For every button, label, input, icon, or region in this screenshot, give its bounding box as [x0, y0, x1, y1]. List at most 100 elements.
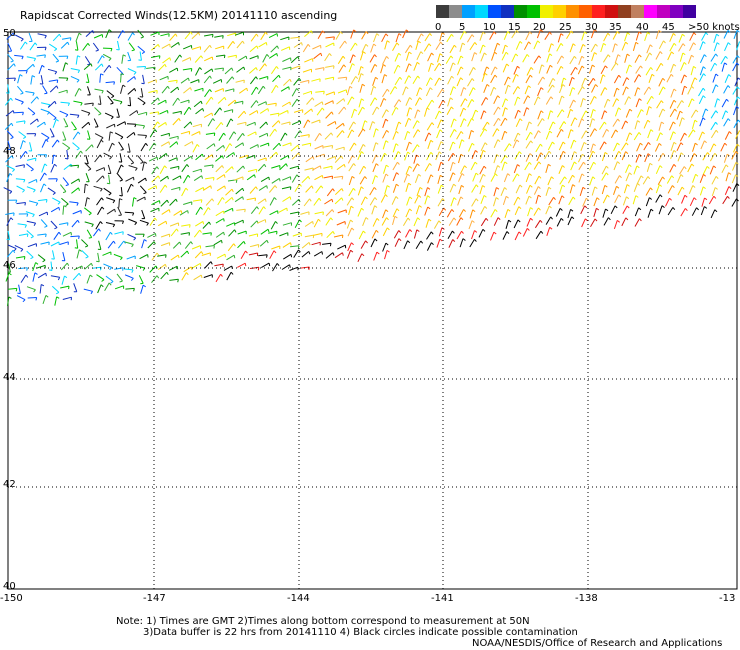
wind-barb — [621, 120, 626, 130]
wind-barb — [215, 122, 222, 130]
wind-barb — [226, 254, 235, 261]
wind-barb — [437, 175, 441, 185]
wind-barb-flag — [628, 96, 632, 100]
wind-barb — [120, 73, 122, 83]
wind-barb — [204, 68, 213, 75]
wind-barb-flag — [167, 176, 169, 180]
wind-barb — [524, 85, 529, 95]
wind-barb — [613, 186, 617, 195]
wind-barb-flag — [253, 174, 256, 178]
wind-barb-flag — [497, 165, 501, 168]
wind-barb — [569, 184, 574, 194]
wind-barb-flag — [24, 41, 28, 45]
wind-barb — [151, 200, 160, 206]
wind-barb — [215, 45, 224, 50]
wind-barb — [92, 42, 100, 51]
wind-barb — [434, 63, 440, 72]
wind-barb-flag — [498, 117, 501, 121]
wind-barb — [446, 106, 452, 116]
wind-barb — [579, 44, 584, 53]
wind-barb-flag — [593, 95, 597, 99]
wind-barb-flag — [164, 264, 167, 268]
wind-barb-flag — [497, 42, 501, 46]
wind-barb-flag — [88, 122, 91, 126]
wind-barb-flag — [332, 231, 335, 235]
wind-barb — [514, 231, 520, 241]
wind-barb-flag — [331, 111, 334, 115]
wind-barb — [48, 112, 57, 119]
wind-barb — [691, 120, 696, 130]
wind-barb — [236, 66, 244, 73]
wind-barb — [348, 121, 355, 130]
wind-barb — [567, 209, 572, 219]
wind-barb — [712, 73, 717, 83]
wind-barb — [228, 229, 235, 237]
wind-barb-flag — [9, 173, 13, 176]
wind-barb-flag — [32, 214, 35, 218]
wind-barb-flag — [66, 262, 70, 266]
wind-barb-flag — [429, 77, 433, 81]
wind-barb-flag — [168, 141, 170, 145]
wind-barb-flag — [529, 74, 533, 78]
wind-barb — [235, 79, 245, 83]
wind-barb — [589, 96, 595, 105]
wind-barb-flag — [350, 219, 354, 223]
wind-barb — [105, 275, 114, 282]
wind-barb-flag — [538, 161, 542, 165]
wind-barb-flag — [707, 152, 710, 156]
wind-barb-flag — [343, 64, 346, 68]
wind-barb-flag — [471, 129, 475, 133]
wind-barb — [193, 100, 202, 108]
wind-barb-flag — [526, 228, 530, 231]
wind-barb — [688, 129, 694, 138]
wind-barb — [16, 120, 26, 123]
wind-barb — [458, 139, 463, 149]
wind-barb — [493, 197, 497, 207]
wind-barb — [582, 198, 587, 207]
wind-barb — [547, 141, 553, 151]
wind-barb-flag — [360, 186, 364, 190]
wind-barb — [305, 156, 314, 163]
wind-barb — [271, 245, 280, 250]
wind-barb — [546, 53, 551, 63]
wind-barb-flag — [659, 184, 663, 187]
wind-barb — [81, 239, 89, 247]
wind-barb — [559, 151, 564, 160]
wind-barb — [174, 54, 181, 63]
wind-barb — [336, 221, 346, 226]
wind-barb-flag — [85, 256, 89, 259]
wind-barb — [360, 196, 366, 206]
wind-barb — [500, 187, 505, 196]
wind-barb-flag — [702, 41, 706, 44]
wind-barb-flag — [475, 109, 479, 113]
wind-barb — [360, 240, 367, 249]
wind-barb — [460, 165, 465, 174]
wind-barb-flag — [256, 110, 259, 114]
wind-barb-flag — [451, 75, 455, 79]
wind-barb — [369, 121, 373, 131]
wind-barb — [523, 95, 529, 104]
wind-barb-flag — [119, 194, 123, 197]
wind-barb — [405, 97, 411, 106]
wind-barb — [634, 120, 638, 130]
wind-barb-flag — [32, 113, 36, 116]
wind-barb-flag — [517, 86, 521, 90]
wind-barb-flag — [529, 153, 533, 156]
wind-barb — [151, 175, 159, 183]
wind-barb — [688, 98, 693, 108]
wind-barb — [279, 110, 288, 115]
wind-barb — [403, 240, 409, 250]
wind-barb — [589, 118, 593, 128]
wind-barb-flag — [659, 165, 663, 169]
wind-barb — [513, 66, 518, 75]
wind-barb — [709, 143, 715, 153]
wind-barb — [50, 206, 60, 213]
wind-barb-flag — [200, 55, 204, 59]
wind-barb — [83, 184, 86, 194]
wind-barb-flag — [136, 110, 139, 114]
wind-barb-flag — [90, 63, 93, 67]
wind-barb-flag — [396, 42, 400, 46]
wind-barb — [678, 117, 683, 127]
wind-barb-flag — [230, 118, 234, 122]
wind-barb — [687, 163, 693, 173]
